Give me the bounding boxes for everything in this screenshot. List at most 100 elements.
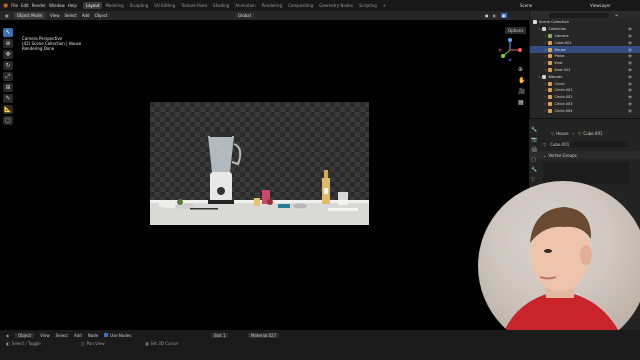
menu-add[interactable]: Add <box>82 13 90 18</box>
filter-icon[interactable]: ⏷ <box>615 13 618 18</box>
expand-chevron-icon[interactable]: › <box>545 48 546 52</box>
tab-animation[interactable]: Animation <box>232 2 258 9</box>
expand-chevron-icon[interactable]: › <box>545 88 546 92</box>
orientation-selector[interactable]: Global <box>235 13 254 18</box>
pan-icon[interactable]: ✋ <box>518 77 525 84</box>
scene-selector[interactable]: Scene <box>520 3 532 8</box>
expand-chevron-icon[interactable]: › <box>545 68 546 72</box>
menu-view[interactable]: View <box>50 13 60 18</box>
tab-sculpting[interactable]: Sculpting <box>127 2 152 9</box>
menu-file[interactable]: File <box>11 3 18 8</box>
node-menu-node[interactable]: Node <box>88 333 98 338</box>
navigation-gizmo[interactable] <box>498 38 522 62</box>
expand-chevron-icon[interactable]: › <box>545 109 546 113</box>
vertex-groups-header[interactable]: Vertex Groups <box>548 153 576 158</box>
tool-tab-icon[interactable]: 🔧 <box>531 127 537 133</box>
visibility-eye-icon[interactable]: 👁 <box>628 75 632 79</box>
outliner-item[interactable]: › Circle.004 👁 <box>530 107 640 114</box>
menu-help[interactable]: Help <box>68 3 77 8</box>
outliner-item[interactable]: › Knot.001 👁 <box>530 67 640 74</box>
menu-object[interactable]: Object <box>95 13 108 18</box>
expand-chevron-icon[interactable]: › <box>545 61 546 65</box>
outliner-item[interactable]: › Circle 👁 <box>530 80 640 87</box>
visibility-eye-icon[interactable]: 👁 <box>628 61 632 65</box>
transform-tool-icon[interactable]: ⊞ <box>3 83 13 92</box>
visibility-eye-icon[interactable]: 👁 <box>628 82 632 86</box>
expand-chevron-icon[interactable]: › <box>545 54 546 58</box>
tab-modeling[interactable]: Modeling <box>102 2 126 9</box>
expand-chevron-icon[interactable]: › <box>539 27 540 31</box>
move-tool-icon[interactable]: ✥ <box>3 50 13 59</box>
shading-rendered-icon[interactable]: ◉ <box>501 13 507 18</box>
visibility-eye-icon[interactable]: 👁 <box>628 34 632 38</box>
outliner-item[interactable]: › Collection 👁 <box>530 26 640 33</box>
node-menu-select[interactable]: Select <box>56 333 68 338</box>
tab-uv-editing[interactable]: UV Editing <box>151 2 178 9</box>
outliner-item[interactable]: › Plane 👁 <box>530 53 640 60</box>
select-tool-icon[interactable]: ↖ <box>3 28 13 37</box>
zoom-icon[interactable]: ⊕ <box>518 66 525 73</box>
rotate-tool-icon[interactable]: ↻ <box>3 61 13 70</box>
outliner-search-input[interactable] <box>549 12 609 18</box>
camera-view-icon[interactable]: 🎥 <box>518 88 525 95</box>
camera-render-view[interactable] <box>150 102 369 225</box>
options-button[interactable]: Options <box>505 27 527 34</box>
outliner-item[interactable]: › House 👁 <box>530 46 640 53</box>
shading-material-icon[interactable]: ◐ <box>493 13 497 18</box>
modifier-tab-icon[interactable]: 🔧 <box>531 167 537 173</box>
expand-chevron-icon[interactable]: › <box>545 102 546 106</box>
annotate-tool-icon[interactable]: ✎ <box>3 94 13 103</box>
expand-chevron-icon[interactable]: › <box>545 82 546 86</box>
outliner-item[interactable]: › Cube.001 👁 <box>530 39 640 46</box>
mesh-name-field[interactable]: Cube.001 <box>548 141 629 147</box>
visibility-eye-icon[interactable]: 👁 <box>628 27 632 31</box>
cursor-tool-icon[interactable]: ⊕ <box>3 39 13 48</box>
measure-tool-icon[interactable]: 📐 <box>3 105 13 114</box>
menu-window[interactable]: Window <box>49 3 65 8</box>
tab-shading[interactable]: Shading <box>210 2 232 9</box>
slot-selector[interactable]: Slot 1 <box>211 332 229 338</box>
visibility-eye-icon[interactable]: 👁 <box>628 88 632 92</box>
node-menu-view[interactable]: View <box>40 333 50 338</box>
expand-chevron-icon[interactable]: ⌄ <box>543 153 546 158</box>
outliner-root[interactable]: Scene Collection <box>530 19 640 26</box>
outliner-item[interactable]: › Circle.001 👁 <box>530 87 640 94</box>
add-workspace-icon[interactable]: + <box>380 2 389 9</box>
visibility-eye-icon[interactable]: 👁 <box>628 48 632 52</box>
use-nodes-checkbox[interactable] <box>104 333 109 337</box>
tab-compositing[interactable]: Compositing <box>285 2 316 9</box>
visibility-eye-icon[interactable]: 👁 <box>628 41 632 45</box>
visibility-eye-icon[interactable]: 👁 <box>628 109 632 113</box>
visibility-eye-icon[interactable]: 👁 <box>628 102 632 106</box>
tab-geometry-nodes[interactable]: Geometry Nodes <box>316 2 356 9</box>
node-object-selector[interactable]: Object <box>15 332 35 338</box>
tab-scripting[interactable]: Scripting <box>356 2 380 9</box>
node-editor-type-icon[interactable]: ◈ <box>6 333 9 338</box>
add-cube-tool-icon[interactable]: ▢ <box>3 116 13 125</box>
output-tab-icon[interactable]: 🖨 <box>531 147 537 153</box>
editor-type-icon[interactable]: ▣ <box>5 13 9 18</box>
outliner-item[interactable]: › Camera 👁 <box>530 33 640 40</box>
ortho-toggle-icon[interactable]: ▦ <box>518 99 525 106</box>
mode-selector[interactable]: Object Mode <box>13 12 45 19</box>
visibility-eye-icon[interactable]: 👁 <box>628 68 632 72</box>
menu-select[interactable]: Select <box>64 13 76 18</box>
expand-chevron-icon[interactable]: › <box>539 75 540 79</box>
outliner-item[interactable]: › Knot 👁 <box>530 60 640 67</box>
node-menu-add[interactable]: Add <box>74 333 82 338</box>
visibility-eye-icon[interactable]: 👁 <box>628 95 632 99</box>
scale-tool-icon[interactable]: ⤢ <box>3 72 13 81</box>
menu-edit[interactable]: Edit <box>21 3 29 8</box>
breadcrumb-data[interactable]: Cube.001 <box>583 131 602 136</box>
render-tab-icon[interactable]: 📷 <box>531 137 537 143</box>
expand-chevron-icon[interactable]: › <box>545 95 546 99</box>
expand-chevron-icon[interactable]: › <box>545 41 546 45</box>
view-layer-selector[interactable]: ViewLayer <box>590 3 611 8</box>
tab-layout[interactable]: Layout <box>82 2 103 9</box>
outliner-item[interactable]: › Circle.003 👁 <box>530 101 640 108</box>
data-tab-icon[interactable]: ▽ <box>531 177 537 183</box>
material-selector[interactable]: Material.027 <box>248 332 280 338</box>
tab-rendering[interactable]: Rendering <box>259 2 285 9</box>
outliner-item[interactable]: › Circle.002 👁 <box>530 94 640 101</box>
breadcrumb-object[interactable]: House <box>556 131 569 136</box>
